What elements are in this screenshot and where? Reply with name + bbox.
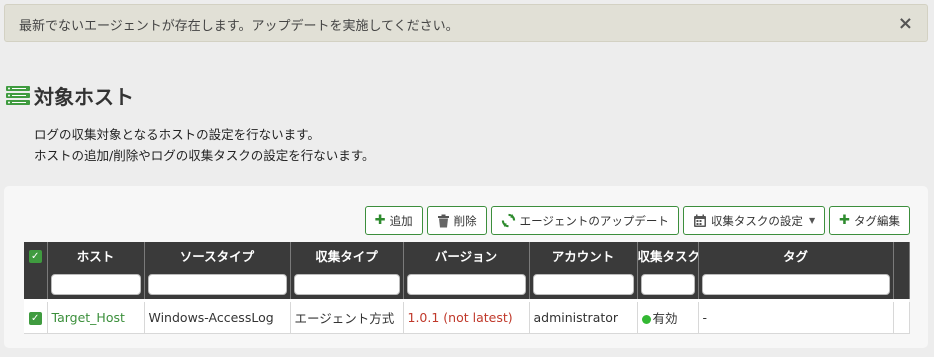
status-dot-icon [641,314,651,324]
account-filter-input[interactable] [532,273,634,295]
page-description: ログの収集対象となるホストの設定を行ないます。 ホストの追加/削除やログの収集タ… [34,124,374,166]
collect-task-dropdown[interactable]: 収集タスクの設定 ▼ [682,206,826,235]
plus-icon: ✚ [374,213,386,228]
update-alert: 最新でないエージェントが存在します。アップデートを実施してください。 × [4,4,928,42]
version-filter-input[interactable] [406,273,526,295]
toolbar: ✚ 追加 削除 エージェントのアップデート 収集タスクの設定 ▼ ✚ タグ編集 [364,206,910,235]
column-header-account[interactable]: アカウント [529,242,638,269]
scrollbar-header [893,242,910,269]
calendar-icon [693,214,706,227]
select-all-header[interactable]: ✓ [24,242,48,269]
row-checkbox[interactable]: ✓ [28,311,42,325]
tag-cell: - [698,302,894,334]
description-line-1: ログの収集対象となるホストの設定を行ないます。 [34,127,320,142]
filter-row [24,269,910,299]
host-filter-input[interactable] [50,273,141,295]
task-status: 有効 [652,310,678,326]
collect-type-cell: エージェント方式 [290,302,404,334]
task-filter-input[interactable] [640,273,695,295]
table-header-row: ✓ ホスト ソースタイプ 収集タイプ バージョン アカウント 収集タスク タグ [24,242,910,269]
version-cell: 1.0.1 (not latest) [407,309,513,325]
host-link[interactable]: Target_Host [52,310,125,325]
trash-icon [437,214,449,227]
delete-button[interactable]: 削除 [426,206,487,235]
collect-task-label: 収集タスクの設定 [710,213,803,228]
source-type-cell: Windows-AccessLog [144,302,291,334]
table-row[interactable]: ✓ Target_Host Windows-AccessLog エージェント方式… [24,302,910,334]
column-header-version[interactable]: バージョン [403,242,530,269]
collect-type-filter-input[interactable] [293,273,400,295]
tag-filter-input[interactable] [701,273,890,295]
source-type-filter-input[interactable] [147,273,287,295]
page-title: 対象ホスト [34,84,134,109]
close-icon[interactable]: × [898,13,913,34]
column-header-tag[interactable]: タグ [698,242,894,269]
select-all-checkbox[interactable]: ✓ [28,250,42,263]
filter-cell-empty [24,269,48,299]
agent-update-button[interactable]: エージェントのアップデート [490,206,679,235]
tag-edit-label: タグ編集 [854,213,900,228]
caret-down-icon: ▼ [808,216,816,225]
delete-button-label: 削除 [453,213,477,228]
page-title-area: 対象ホスト [6,80,134,110]
account-cell: administrator [529,302,638,334]
alert-message: 最新でないエージェントが存在します。アップデートを実施してください。 [19,19,459,34]
description-line-2: ホストの追加/削除やログの収集タスクの設定を行ないます。 [34,148,375,163]
add-button-label: 追加 [389,213,413,228]
column-header-collect-type[interactable]: 収集タイプ [290,242,404,269]
column-header-host[interactable]: ホスト [47,242,145,269]
add-button[interactable]: ✚ 追加 [364,206,423,235]
plus-icon: ✚ [839,213,850,228]
agent-update-label: エージェントのアップデート [519,213,669,228]
host-table: ✓ ホスト ソースタイプ 収集タイプ バージョン アカウント 収集タスク タグ … [24,242,910,334]
column-header-source-type[interactable]: ソースタイプ [144,242,291,269]
column-header-task[interactable]: 収集タスク [637,242,699,269]
server-list-icon [6,86,30,105]
tag-edit-button[interactable]: ✚ タグ編集 [829,206,910,235]
refresh-icon [501,213,515,228]
filter-cell-scroll [893,269,910,299]
